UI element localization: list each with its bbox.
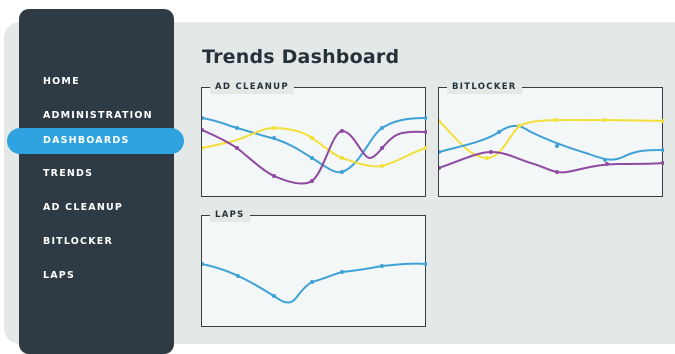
series-blue-line: [202, 262, 427, 304]
page-title: Trends Dashboard: [202, 46, 400, 68]
sidebar-item-home[interactable]: HOME: [19, 69, 174, 95]
series-purple-line: [202, 129, 427, 185]
sidebar-item-trends[interactable]: TRENDS: [19, 161, 174, 187]
sidebar-item-bitlocker[interactable]: BITLOCKER: [19, 229, 174, 255]
laps-panel[interactable]: LAPS: [201, 208, 427, 327]
series-blue-line: [439, 124, 664, 161]
bitlocker-panel[interactable]: BITLOCKER: [438, 80, 664, 197]
laps-sparkline: [202, 262, 427, 304]
ad-cleanup-sparkline: [202, 116, 427, 185]
sidebar-item-ad-cleanup[interactable]: AD CLEANUP: [19, 195, 174, 221]
bitlocker-sparkline: [439, 118, 664, 174]
sidebar-item-dashboards[interactable]: DASHBOARDS: [7, 128, 184, 154]
sidebar-item-laps[interactable]: LAPS: [19, 263, 174, 289]
sidebar-item-administration[interactable]: ADMINISTRATION: [19, 103, 174, 129]
series-blue-line: [202, 117, 427, 174]
series-yellow-line: [439, 119, 664, 160]
sidebar: HOME ADMINISTRATION DASHBOARDS TRENDS AD…: [7, 9, 184, 354]
ad-cleanup-panel[interactable]: AD CLEANUP: [201, 80, 427, 197]
